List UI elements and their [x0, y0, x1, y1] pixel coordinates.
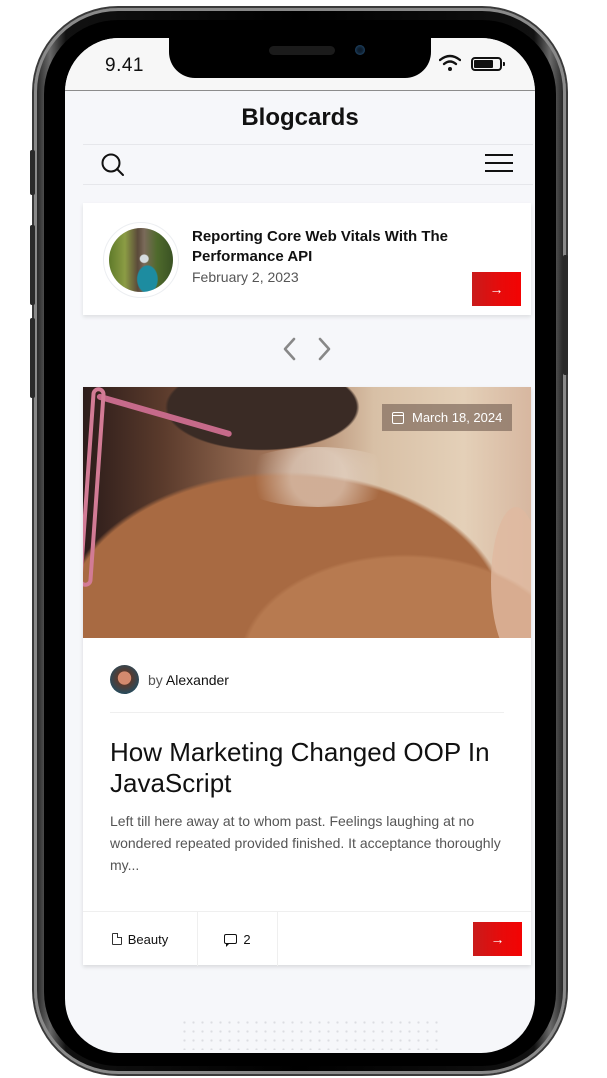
carousel-pager	[65, 335, 535, 363]
post-excerpt: Left till here away at to whom past. Fee…	[110, 813, 501, 873]
arrow-right-icon: →	[490, 931, 505, 947]
post-card-footer: Beauty 2 →	[83, 911, 531, 966]
phone-volume-up-button	[30, 225, 35, 305]
notch	[169, 38, 431, 78]
featured-post-card[interactable]: Reporting Core Web Vitals With The Perfo…	[83, 203, 531, 315]
phone-power-button	[563, 255, 568, 375]
chevron-right-icon[interactable]	[313, 335, 335, 363]
status-time: 9.41	[105, 55, 144, 76]
featured-post-read-button[interactable]: →	[472, 272, 521, 306]
post-author: by Alexander	[148, 672, 229, 688]
post-hero-image[interactable]: March 18, 2024	[83, 387, 531, 638]
app-title: Blogcards	[241, 104, 359, 131]
post-category[interactable]: Beauty	[83, 912, 198, 966]
speaker-grille	[269, 46, 335, 55]
battery-icon	[471, 57, 505, 71]
status-bar: 9.41	[65, 38, 535, 91]
featured-post-date: February 2, 2023	[192, 269, 299, 285]
decorative-dot-pattern	[180, 1018, 440, 1050]
post-comments-count: 2	[243, 931, 251, 947]
arrow-right-icon: →	[489, 281, 504, 297]
author-avatar[interactable]	[110, 665, 139, 694]
post-date: March 18, 2024	[412, 410, 503, 425]
nav-divider-top	[83, 144, 533, 145]
post-card[interactable]: March 18, 2024 by Alexander How Marketin…	[83, 387, 531, 966]
post-category-label: Beauty	[127, 931, 169, 947]
featured-post-title[interactable]: Reporting Core Web Vitals With The Perfo…	[192, 227, 472, 267]
post-date-badge: March 18, 2024	[382, 404, 512, 431]
comment-icon	[224, 934, 238, 947]
phone-volume-down-button	[30, 318, 35, 398]
post-title[interactable]: How Marketing Changed OOP In JavaScript	[110, 737, 510, 799]
menu-icon[interactable]	[485, 154, 513, 174]
author-name[interactable]: Alexander	[166, 672, 229, 688]
post-read-button[interactable]: →	[473, 922, 522, 956]
document-icon	[111, 933, 122, 945]
phone-screen: 9.41 Blogcards Reporting Core Web Vitals…	[65, 38, 535, 1053]
calendar-icon	[392, 411, 404, 424]
author-prefix: by	[148, 672, 163, 688]
featured-post-thumbnail	[103, 222, 179, 298]
post-comments[interactable]: 2	[198, 912, 278, 966]
nav-divider-bottom	[83, 184, 533, 185]
card-divider	[110, 712, 504, 713]
front-camera	[355, 45, 365, 55]
phone-silent-switch	[30, 150, 35, 195]
wifi-icon	[439, 54, 461, 71]
search-icon[interactable]	[100, 152, 126, 178]
chevron-left-icon[interactable]	[279, 335, 301, 363]
